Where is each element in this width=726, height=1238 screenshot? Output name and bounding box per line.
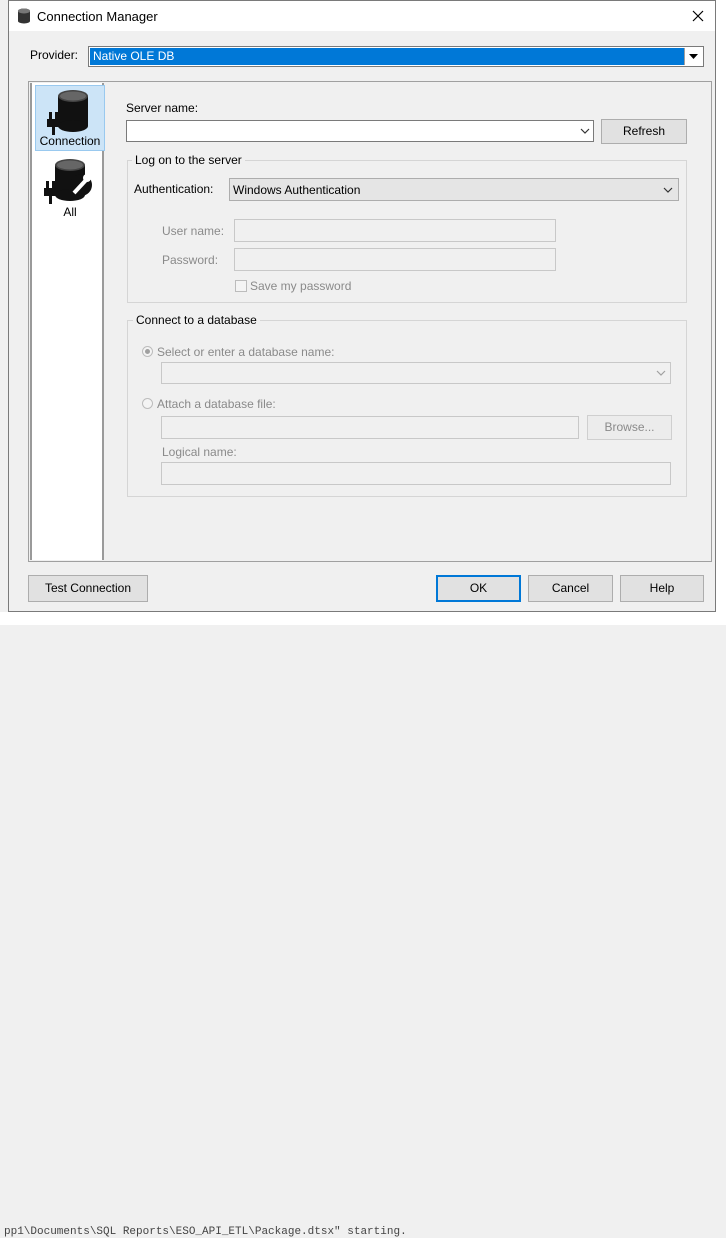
logical-name-input[interactable] <box>161 462 671 485</box>
save-password-label: Save my password <box>250 279 352 293</box>
logical-name-label: Logical name: <box>162 445 237 459</box>
database-group-title: Connect to a database <box>133 313 260 327</box>
user-name-label: User name: <box>162 224 225 238</box>
database-connection-icon <box>47 90 88 135</box>
provider-select[interactable]: Native OLE DB <box>88 46 704 67</box>
close-button[interactable] <box>681 1 715 31</box>
chevron-down-icon[interactable] <box>663 179 673 200</box>
sidebar-item-label: All <box>63 205 77 219</box>
database-wrench-icon <box>44 159 92 204</box>
provider-label: Provider: <box>30 48 79 62</box>
attach-database-radio[interactable] <box>142 398 153 409</box>
select-database-label: Select or enter a database name: <box>157 345 335 359</box>
connection-manager-dialog: Connection Manager Provider: Native OLE … <box>8 0 716 612</box>
password-input[interactable] <box>234 248 556 271</box>
close-icon <box>692 10 704 22</box>
user-name-input[interactable] <box>234 219 556 242</box>
attach-database-label: Attach a database file: <box>157 397 276 411</box>
sidebar-item-all[interactable]: All <box>35 155 105 221</box>
authentication-label: Authentication: <box>134 182 214 196</box>
background-output-strip: pp1\Documents\SQL Reports\ESO_API_ETL\Pa… <box>0 612 726 1238</box>
authentication-select[interactable]: Windows Authentication <box>229 178 679 201</box>
chevron-down-icon[interactable] <box>580 121 590 141</box>
background-window <box>0 0 8 625</box>
provider-selected-value: Native OLE DB <box>90 48 684 65</box>
test-connection-button[interactable]: Test Connection <box>28 575 148 602</box>
save-password-checkbox[interactable] <box>235 280 247 292</box>
database-name-combo[interactable] <box>161 362 671 384</box>
sidebar-item-connection[interactable]: Connection <box>35 85 105 151</box>
help-button[interactable]: Help <box>620 575 704 602</box>
attach-file-input[interactable] <box>161 416 579 439</box>
sidebar-item-label: Connection <box>39 134 101 148</box>
server-name-label: Server name: <box>126 101 199 115</box>
password-label: Password: <box>162 253 219 267</box>
browse-button[interactable]: Browse... <box>587 415 672 440</box>
title-bar[interactable]: Connection Manager <box>9 1 715 31</box>
ok-button[interactable]: OK <box>436 575 521 602</box>
chevron-down-icon[interactable] <box>684 48 702 65</box>
database-icon <box>18 8 30 24</box>
server-name-combo[interactable] <box>126 120 594 142</box>
page-sidebar: Connection All <box>30 83 105 560</box>
authentication-value: Windows Authentication <box>233 183 361 197</box>
select-database-radio[interactable] <box>142 346 153 357</box>
background-output-text: pp1\Documents\SQL Reports\ESO_API_ETL\Pa… <box>4 1226 407 1238</box>
window-title: Connection Manager <box>37 9 158 24</box>
chevron-down-icon[interactable] <box>656 363 666 383</box>
cancel-button[interactable]: Cancel <box>528 575 613 602</box>
refresh-button[interactable]: Refresh <box>601 119 687 144</box>
background-window-right <box>716 0 726 625</box>
logon-group-title: Log on to the server <box>132 153 245 167</box>
